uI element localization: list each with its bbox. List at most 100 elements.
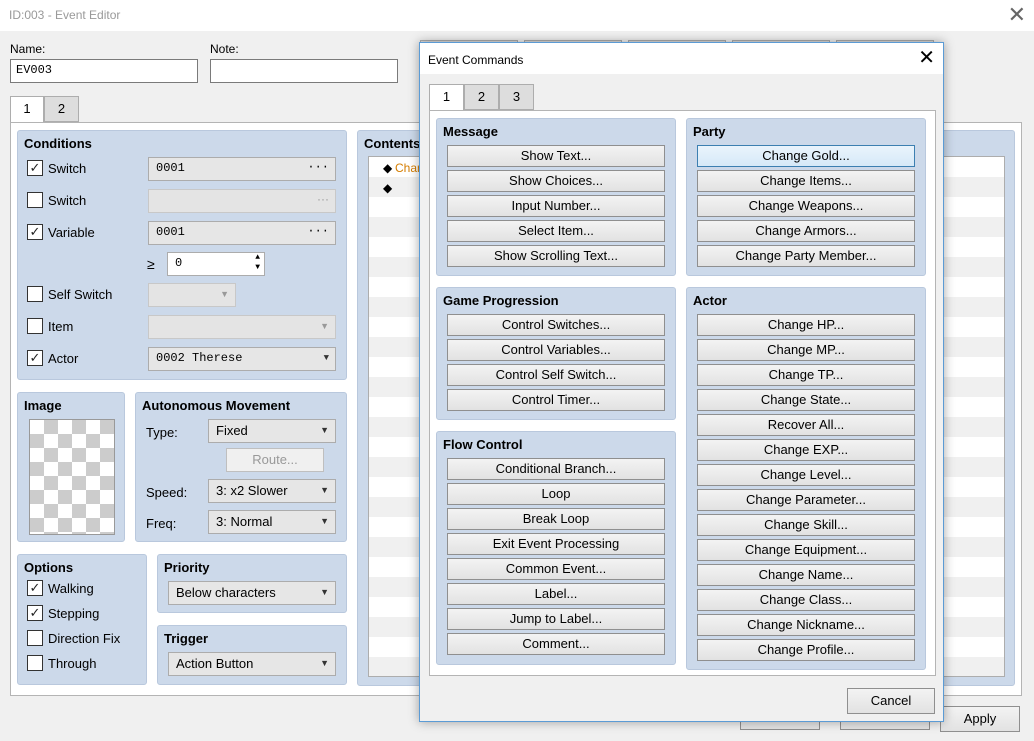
loop-button[interactable]: Loop [447,483,665,505]
event-commands-dialog: Event Commands ✕ 1 2 3 Message Show Text… [419,42,944,722]
page-tab-2[interactable]: 2 [44,96,79,122]
type-label: Type: [146,425,178,440]
stepping-label: Stepping [48,606,100,621]
change-party-member-button[interactable]: Change Party Member... [697,245,915,267]
name-input[interactable]: EV003 [10,59,198,83]
change-gold-button[interactable]: Change Gold... [697,145,915,167]
chevron-down-icon: ▼ [220,289,229,299]
contents-title: Contents [364,136,421,151]
event-image-preview[interactable] [29,419,115,535]
change-skill-button[interactable]: Change Skill... [697,514,915,536]
movement-title: Autonomous Movement [142,398,291,413]
exit-event-processing-button[interactable]: Exit Event Processing [447,533,665,555]
break-loop-button[interactable]: Break Loop [447,508,665,530]
comment-button[interactable]: Comment... [447,633,665,655]
party-group: Party Change Gold... Change Items... Cha… [686,118,926,276]
trigger-group: Trigger Action Button ▼ [157,625,347,685]
variable-min-spinner[interactable]: 0 ▲ ▼ [167,252,265,276]
variable-checkbox[interactable]: ✓ [27,224,43,240]
switch2-label: Switch [48,193,87,208]
common-event-button[interactable]: Common Event... [447,558,665,580]
freq-select[interactable]: 3: Normal ▼ [208,510,336,534]
dialog-tab-1[interactable]: 1 [429,84,464,111]
conditional-branch-button[interactable]: Conditional Branch... [447,458,665,480]
change-level-button[interactable]: Change Level... [697,464,915,486]
chevron-down-icon: ▼ [320,425,329,435]
variable-label: Variable [48,225,95,240]
trigger-select[interactable]: Action Button ▼ [168,652,336,676]
control-switches-button[interactable]: Control Switches... [447,314,665,336]
jump-to-label-button[interactable]: Jump to Label... [447,608,665,630]
change-armors-button[interactable]: Change Armors... [697,220,915,242]
walking-checkbox[interactable]: ✓ [27,580,43,596]
control-timer-button[interactable]: Control Timer... [447,389,665,411]
image-group: Image [17,392,125,542]
movement-group: Autonomous Movement Type: Fixed ▼ Route.… [135,392,347,542]
change-profile-button[interactable]: Change Profile... [697,639,915,661]
actor-label: Actor [48,351,79,366]
speed-select[interactable]: 3: x2 Slower ▼ [208,479,336,503]
type-select[interactable]: Fixed ▼ [208,419,336,443]
control-variables-button[interactable]: Control Variables... [447,339,665,361]
page-tab-1[interactable]: 1 [10,96,44,123]
priority-select[interactable]: Below characters ▼ [168,581,336,605]
apply-button[interactable]: Apply [940,706,1020,732]
speed-value: 3: x2 Slower [216,483,288,498]
direction-fix-checkbox[interactable] [27,630,43,646]
message-group: Message Show Text... Show Choices... Inp… [436,118,676,276]
change-tp-button[interactable]: Change TP... [697,364,915,386]
list-marker-icon[interactable]: ◆ [383,181,392,195]
change-items-button[interactable]: Change Items... [697,170,915,192]
chevron-down-icon: ▼ [320,587,329,597]
recover-all-button[interactable]: Recover All... [697,414,915,436]
select-item-button[interactable]: Select Item... [447,220,665,242]
actor-select[interactable]: 0002 Therese ▼ [148,347,336,371]
control-self-switch-button[interactable]: Control Self Switch... [447,364,665,386]
dialog-cancel-button[interactable]: Cancel [847,688,935,714]
note-label: Note: [210,42,239,56]
label-button[interactable]: Label... [447,583,665,605]
through-label: Through [48,656,97,671]
actor-checkbox[interactable]: ✓ [27,350,43,366]
change-state-button[interactable]: Change State... [697,389,915,411]
switch2-checkbox[interactable] [27,192,43,208]
self-switch-label: Self Switch [48,287,113,302]
change-nickname-button[interactable]: Change Nickname... [697,614,915,636]
item-select[interactable]: ▼ [148,315,336,339]
change-weapons-button[interactable]: Change Weapons... [697,195,915,217]
change-exp-button[interactable]: Change EXP... [697,439,915,461]
note-input[interactable] [210,59,398,83]
variable-field[interactable]: 0001 ··· [148,221,336,245]
show-choices-button[interactable]: Show Choices... [447,170,665,192]
switch1-checkbox[interactable]: ✓ [27,160,43,176]
direction-fix-label: Direction Fix [48,631,121,646]
dialog-close-icon[interactable]: ✕ [918,46,935,70]
dialog-title: Event Commands [428,53,524,67]
route-button[interactable]: Route... [226,448,324,472]
show-scrolling-text-button[interactable]: Show Scrolling Text... [447,245,665,267]
item-checkbox[interactable] [27,318,43,334]
stepping-checkbox[interactable]: ✓ [27,605,43,621]
dialog-tab-2[interactable]: 2 [464,84,499,110]
spinner-arrows-icon[interactable]: ▲ ▼ [255,253,260,273]
change-class-button[interactable]: Change Class... [697,589,915,611]
through-checkbox[interactable] [27,655,43,671]
input-number-button[interactable]: Input Number... [447,195,665,217]
dialog-tab-3[interactable]: 3 [499,84,534,110]
actor-value: 0002 Therese [156,351,243,365]
switch2-field[interactable]: ··· [148,189,336,213]
show-text-button[interactable]: Show Text... [447,145,665,167]
self-switch-checkbox[interactable] [27,286,43,302]
switch1-field[interactable]: 0001 ··· [148,157,336,181]
change-equipment-button[interactable]: Change Equipment... [697,539,915,561]
change-parameter-button[interactable]: Change Parameter... [697,489,915,511]
window-close-icon[interactable]: ✕ [1008,3,1026,27]
change-mp-button[interactable]: Change MP... [697,339,915,361]
change-hp-button[interactable]: Change HP... [697,314,915,336]
game-progression-group: Game Progression Control Switches... Con… [436,287,676,420]
item-label: Item [48,319,74,334]
game-progression-title: Game Progression [443,293,559,308]
self-switch-select[interactable]: ▼ [148,283,236,307]
switch1-label: Switch [48,161,87,176]
change-name-button[interactable]: Change Name... [697,564,915,586]
